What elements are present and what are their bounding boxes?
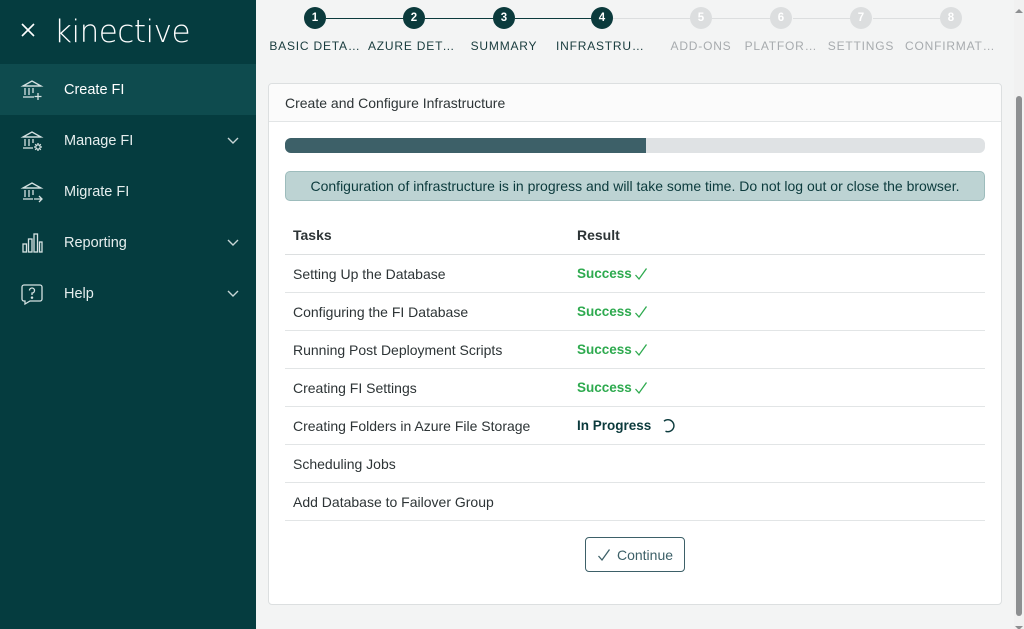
task-result: Success xyxy=(577,304,985,319)
sidebar: kinective Create FI Manage FI Migrate FI… xyxy=(0,0,256,629)
task-result: In Progress xyxy=(577,418,985,434)
checkmark-icon xyxy=(634,343,648,357)
task-name: Configuring the FI Database xyxy=(293,303,469,320)
table-row: Add Database to Failover Group xyxy=(285,483,985,521)
kinective-logo: kinective xyxy=(54,13,191,50)
task-name: Creating Folders in Azure File Storage xyxy=(293,417,531,434)
sidebar-item-help[interactable]: Help xyxy=(0,268,256,319)
checkmark-icon xyxy=(634,267,648,281)
table-row: Running Post Deployment Scripts Success xyxy=(285,331,985,369)
card-title: Create and Configure Infrastructure xyxy=(269,84,1001,122)
bank-arrow-icon xyxy=(20,180,44,204)
task-name: Running Post Deployment Scripts xyxy=(293,341,503,358)
scroll-up-arrow-icon[interactable] xyxy=(1015,2,1023,13)
step-number: 1 xyxy=(304,7,326,29)
chevron-down-icon xyxy=(226,134,240,148)
progress-bar xyxy=(285,138,985,153)
result-text: Success xyxy=(577,380,632,395)
result-text: Success xyxy=(577,266,632,281)
sidebar-item-create-fi[interactable]: Create FI xyxy=(0,64,256,115)
bank-add-icon xyxy=(20,78,44,102)
step-label: BASIC DETA… xyxy=(269,39,361,53)
sidebar-item-label: Help xyxy=(64,285,94,302)
step-number: 4 xyxy=(591,7,613,29)
step-label: INFRASTRUCT… xyxy=(556,39,652,53)
checkmark-icon xyxy=(597,548,611,562)
chevron-down-icon xyxy=(226,287,240,301)
tasks-table: Tasks Result Setting Up the Database Suc… xyxy=(285,216,985,521)
step-label: AZURE DETA… xyxy=(368,39,464,53)
step-confirmation[interactable]: 8 CONFIRMATI… xyxy=(901,7,1001,53)
task-name: Setting Up the Database xyxy=(293,265,446,282)
sidebar-item-label: Reporting xyxy=(64,234,127,251)
step-summary[interactable]: 3 SUMMARY xyxy=(454,7,554,53)
result-text: Success xyxy=(577,342,632,357)
task-result: Success xyxy=(577,266,985,281)
step-basic-details[interactable]: 1 BASIC DETA… xyxy=(265,7,365,53)
table-row: Configuring the FI Database Success xyxy=(285,293,985,331)
sidebar-item-label: Manage FI xyxy=(64,132,134,149)
step-number: 3 xyxy=(493,7,515,29)
step-number: 8 xyxy=(940,7,962,29)
scroll-down-arrow-icon[interactable] xyxy=(1015,619,1023,629)
checkmark-icon xyxy=(634,381,648,395)
step-label: SUMMARY xyxy=(470,39,538,53)
sidebar-item-label: Migrate FI xyxy=(64,183,130,200)
step-number: 5 xyxy=(690,7,712,29)
close-icon xyxy=(20,22,36,43)
step-label: CONFIRMATI… xyxy=(905,39,1000,53)
checkmark-icon xyxy=(634,305,648,319)
chevron-down-icon xyxy=(226,236,240,250)
step-infrastructure[interactable]: 4 INFRASTRUCT… xyxy=(552,7,652,53)
help-bubble-icon xyxy=(20,282,44,306)
infrastructure-card: Create and Configure Infrastructure Conf… xyxy=(268,83,1002,605)
step-settings[interactable]: 7 SETTINGS xyxy=(811,7,911,53)
table-row: Setting Up the Database Success xyxy=(285,255,985,293)
task-name: Scheduling Jobs xyxy=(293,455,396,472)
sidebar-item-label: Create FI xyxy=(64,81,125,98)
continue-button[interactable]: Continue xyxy=(585,537,685,572)
sidebar-item-manage-fi[interactable]: Manage FI xyxy=(0,115,256,166)
step-number: 7 xyxy=(850,7,872,29)
result-text: In Progress xyxy=(577,418,652,433)
task-result: Success xyxy=(577,380,985,395)
sidebar-item-reporting[interactable]: Reporting xyxy=(0,217,256,268)
table-row: Creating FI Settings Success xyxy=(285,369,985,407)
progress-bar-fill xyxy=(285,138,646,153)
sidebar-nav: Create FI Manage FI Migrate FI Reporting… xyxy=(0,64,256,319)
wizard-stepper: 1 BASIC DETA… 2 AZURE DETA… 3 SUMMARY 4 … xyxy=(256,0,1014,64)
step-number: 2 xyxy=(403,7,425,29)
column-header-tasks: Tasks xyxy=(293,227,332,243)
step-azure-details[interactable]: 2 AZURE DETA… xyxy=(364,7,464,53)
spinner-icon xyxy=(661,418,677,434)
scrollbar-thumb[interactable] xyxy=(1016,96,1022,616)
task-name: Add Database to Failover Group xyxy=(293,493,494,510)
step-label: SETTINGS xyxy=(827,39,895,53)
sidebar-item-migrate-fi[interactable]: Migrate FI xyxy=(0,166,256,217)
bank-gear-icon xyxy=(20,129,44,153)
close-sidebar-button[interactable] xyxy=(18,22,38,42)
table-row: Creating Folders in Azure File Storage I… xyxy=(285,407,985,445)
brand-header: kinective xyxy=(0,0,256,64)
main-content: 1 BASIC DETA… 2 AZURE DETA… 3 SUMMARY 4 … xyxy=(256,0,1014,629)
table-header-row: Tasks Result xyxy=(285,216,985,255)
result-text: Success xyxy=(577,304,632,319)
info-alert: Configuration of infrastructure is in pr… xyxy=(285,171,985,201)
task-result: Success xyxy=(577,342,985,357)
continue-label: Continue xyxy=(616,546,674,563)
task-name: Creating FI Settings xyxy=(293,379,417,396)
column-header-result: Result xyxy=(577,227,620,243)
page-scrollbar[interactable] xyxy=(1014,0,1024,629)
step-number: 6 xyxy=(770,7,792,29)
table-row: Scheduling Jobs xyxy=(285,445,985,483)
bar-chart-icon xyxy=(20,231,44,255)
